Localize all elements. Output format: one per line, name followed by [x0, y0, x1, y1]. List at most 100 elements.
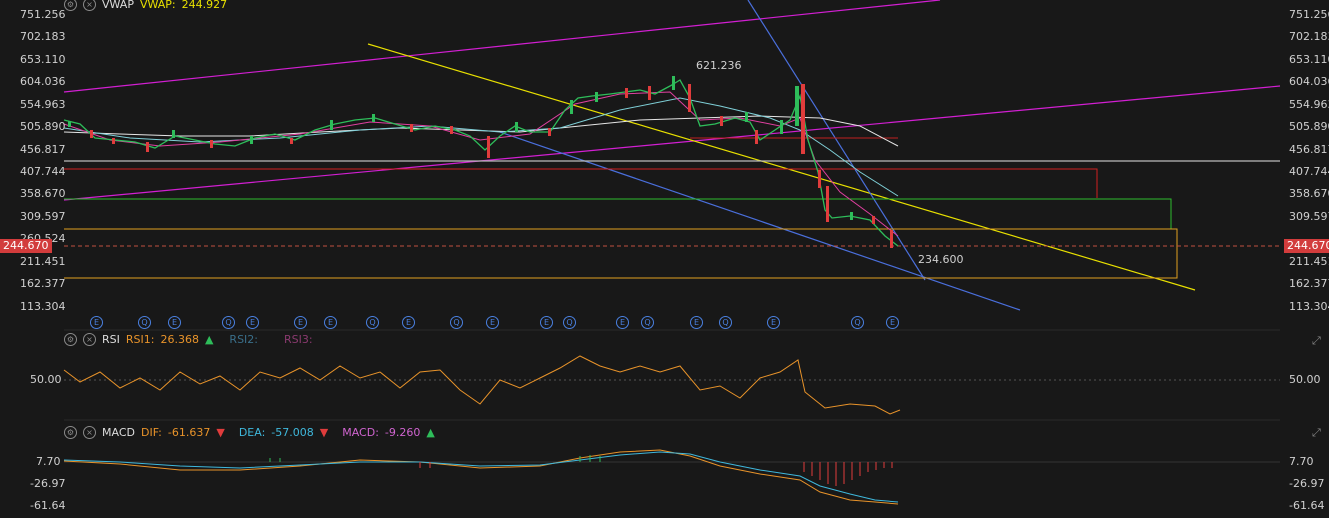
macd-dea-line [63, 451, 899, 503]
earnings-marker[interactable]: E [168, 316, 181, 329]
price-tick: 604.036 [1289, 75, 1329, 88]
quarter-marker[interactable]: Q [222, 316, 235, 329]
earnings-marker[interactable]: E [294, 316, 307, 329]
earnings-marker[interactable]: E [767, 316, 780, 329]
macd-label: MACD: [342, 425, 379, 439]
dea-label: DEA: [238, 425, 266, 439]
macd-axis-tick: -26.97 [1289, 477, 1325, 490]
earnings-marker[interactable]: E [540, 316, 553, 329]
price-tick: 456.817 [20, 143, 66, 156]
price-tick: 751.256 [20, 8, 66, 21]
earnings-marker[interactable]: E [616, 316, 629, 329]
close-icon[interactable]: × [83, 0, 96, 11]
trend-line-yellow [367, 43, 1196, 291]
macd-header: ⚙ × MACD DIF: -61.637 ▼ DEA: -57.008 ▼ M… [64, 424, 435, 440]
macd-name: MACD [102, 425, 135, 439]
earnings-marker[interactable]: E [90, 316, 103, 329]
candles [68, 76, 893, 248]
rsi3-label: RSI3: [284, 332, 313, 346]
settings-icon[interactable]: ⚙ [64, 425, 77, 439]
price-tick: 505.890 [20, 120, 66, 133]
price-tick: 358.670 [20, 187, 66, 200]
price-line [63, 79, 899, 247]
trend-line-blue-lower [499, 131, 1021, 311]
quarter-marker[interactable]: Q [563, 316, 576, 329]
dif-value: -61.637 [167, 425, 211, 439]
macd-axis-tick: 7.70 [36, 455, 61, 468]
expand-icon[interactable]: ⤢ [1312, 426, 1321, 440]
channel-lower-line [63, 85, 1281, 201]
price-tick: 162.377 [20, 277, 66, 290]
price-tick: 702.183 [20, 30, 66, 43]
earnings-marker[interactable]: E [246, 316, 259, 329]
close-icon[interactable]: × [83, 425, 96, 439]
macd-axis-tick: 7.70 [1289, 455, 1314, 468]
dea-value: -57.008 [271, 425, 314, 439]
price-tick: 653.110 [20, 53, 66, 66]
price-tick: 113.304 [20, 300, 66, 313]
quarter-marker[interactable]: Q [851, 316, 864, 329]
earnings-marker[interactable]: E [886, 316, 899, 329]
quarter-marker[interactable]: Q [138, 316, 151, 329]
down-arrow-icon: ▼ [216, 425, 225, 439]
settings-icon[interactable]: ⚙ [64, 0, 77, 11]
low-price-label: 234.600 [918, 253, 964, 266]
price-tick: 309.597 [20, 210, 66, 223]
macd-dif-line [63, 449, 899, 505]
settings-icon[interactable]: ⚙ [64, 332, 77, 346]
price-tick: 358.670 [1289, 187, 1329, 200]
price-tick: 162.377 [1289, 277, 1329, 290]
price-tick: 211.451 [1289, 255, 1329, 268]
macd-axis-tick: -26.97 [30, 477, 66, 490]
current-price-tag-left: 244.670 [0, 239, 52, 253]
price-tick: 702.183 [1289, 30, 1329, 43]
up-arrow-icon: ▲ [426, 425, 435, 439]
macd-axis-tick: -61.64 [30, 499, 66, 512]
zone-box-green [64, 198, 1172, 229]
vwap-label: VWAP: [139, 0, 176, 11]
rsi-level-left: 50.00 [30, 373, 62, 386]
quarter-marker[interactable]: Q [641, 316, 654, 329]
price-tick: 751.256 [1289, 8, 1329, 21]
quarter-marker[interactable]: Q [719, 316, 732, 329]
earnings-marker[interactable]: E [324, 316, 337, 329]
high-price-label: 621.236 [696, 59, 742, 72]
price-tick: 604.036 [20, 75, 66, 88]
earnings-marker[interactable]: E [402, 316, 415, 329]
rsi1-value: 26.368 [160, 332, 199, 346]
rsi-line [63, 355, 901, 415]
current-price-tag-right: 244.670 [1284, 239, 1329, 253]
zone-box-red [64, 168, 1098, 198]
rsi1-label: RSI1: [125, 332, 155, 346]
vwap-header: ⚙ × VWAP VWAP: 244.927 [64, 0, 227, 12]
quarter-marker[interactable]: Q [366, 316, 379, 329]
macd-axis-tick: -61.64 [1289, 499, 1325, 512]
macd-value: -9.260 [384, 425, 421, 439]
price-tick: 554.963 [1289, 98, 1329, 111]
vwap-name: VWAP [102, 0, 134, 11]
rsi-name: RSI [102, 332, 120, 346]
price-tick: 113.304 [1289, 300, 1329, 313]
chart-canvas[interactable] [0, 0, 1329, 518]
zone-box-orange [64, 228, 1178, 279]
down-arrow-icon: ▼ [319, 425, 329, 439]
rsi-level-right: 50.00 [1289, 373, 1321, 386]
price-tick: 407.744 [1289, 165, 1329, 178]
price-tick: 653.110 [1289, 53, 1329, 66]
expand-icon[interactable]: ⤢ [1312, 334, 1321, 348]
trend-line-blue-steep [747, 0, 926, 281]
close-icon[interactable]: × [83, 332, 96, 346]
vwap-value: 244.927 [181, 0, 228, 11]
dif-label: DIF: [140, 425, 162, 439]
rsi2-label: RSI2: [229, 332, 258, 346]
up-arrow-icon: ▲ [204, 332, 214, 346]
price-tick: 505.890 [1289, 120, 1329, 133]
rsi-header: ⚙ × RSI RSI1: 26.368 ▲ RSI2: RSI3: [64, 331, 313, 347]
earnings-marker[interactable]: E [486, 316, 499, 329]
quarter-marker[interactable]: Q [450, 316, 463, 329]
price-tick: 407.744 [20, 165, 66, 178]
price-tick: 456.817 [1289, 143, 1329, 156]
channel-upper-line [63, 0, 941, 93]
earnings-marker[interactable]: E [690, 316, 703, 329]
price-tick: 309.597 [1289, 210, 1329, 223]
